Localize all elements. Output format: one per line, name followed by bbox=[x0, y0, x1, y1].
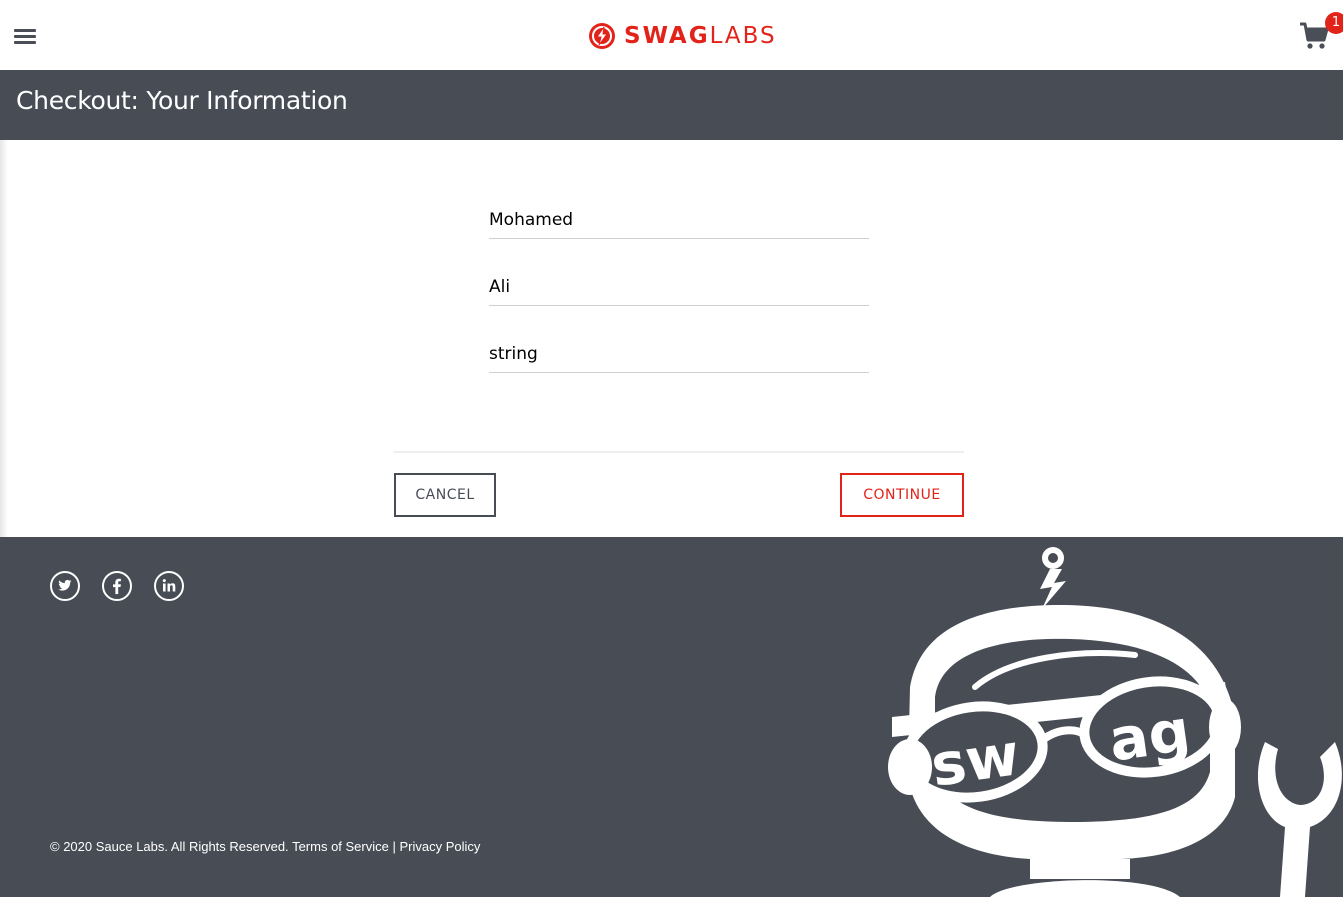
swag-labs-logo: SWAGLABS bbox=[588, 21, 777, 51]
robot-ag-text: ag bbox=[1105, 696, 1194, 775]
cancel-button[interactable]: CANCEL bbox=[394, 473, 496, 517]
linkedin-icon bbox=[162, 579, 176, 592]
continue-button[interactable]: CONTINUE bbox=[840, 473, 964, 517]
first-name-input[interactable] bbox=[489, 202, 869, 239]
postal-code-input[interactable] bbox=[489, 336, 869, 373]
cart-count-badge: 1 bbox=[1325, 12, 1343, 34]
form-divider bbox=[394, 451, 964, 453]
logo-bold-text: SWAG bbox=[624, 22, 710, 49]
footer-separator: | bbox=[392, 839, 396, 854]
app-header: SWAGLABS 1 bbox=[0, 0, 1343, 70]
swag-robot-mascot-image: sw ag bbox=[888, 547, 1342, 897]
last-name-input[interactable] bbox=[489, 269, 869, 306]
logo-light-text: LABS bbox=[709, 22, 777, 49]
menu-bar bbox=[14, 29, 36, 32]
menu-bar bbox=[14, 41, 36, 44]
page-title: Checkout: Your Information bbox=[16, 86, 348, 115]
hamburger-menu-button[interactable] bbox=[14, 29, 36, 45]
bolt-logo-icon bbox=[589, 23, 615, 49]
facebook-link[interactable] bbox=[102, 571, 132, 601]
copyright-text: © 2020 Sauce Labs. All Rights Reserved. bbox=[50, 839, 289, 854]
privacy-policy-link[interactable]: Privacy Policy bbox=[400, 839, 481, 854]
terms-of-service-link[interactable]: Terms of Service bbox=[292, 839, 389, 854]
logo-wordmark: SWAGLABS bbox=[624, 22, 777, 49]
facebook-icon bbox=[113, 578, 121, 595]
twitter-link[interactable] bbox=[50, 571, 80, 601]
footer-copyright: © 2020 Sauce Labs. All Rights Reserved. … bbox=[50, 839, 480, 854]
linkedin-link[interactable] bbox=[154, 571, 184, 601]
menu-bar bbox=[14, 35, 36, 38]
robot-sw-text: sw bbox=[927, 720, 1024, 800]
footer: © 2020 Sauce Labs. All Rights Reserved. … bbox=[0, 537, 1343, 897]
twitter-icon bbox=[58, 579, 72, 591]
